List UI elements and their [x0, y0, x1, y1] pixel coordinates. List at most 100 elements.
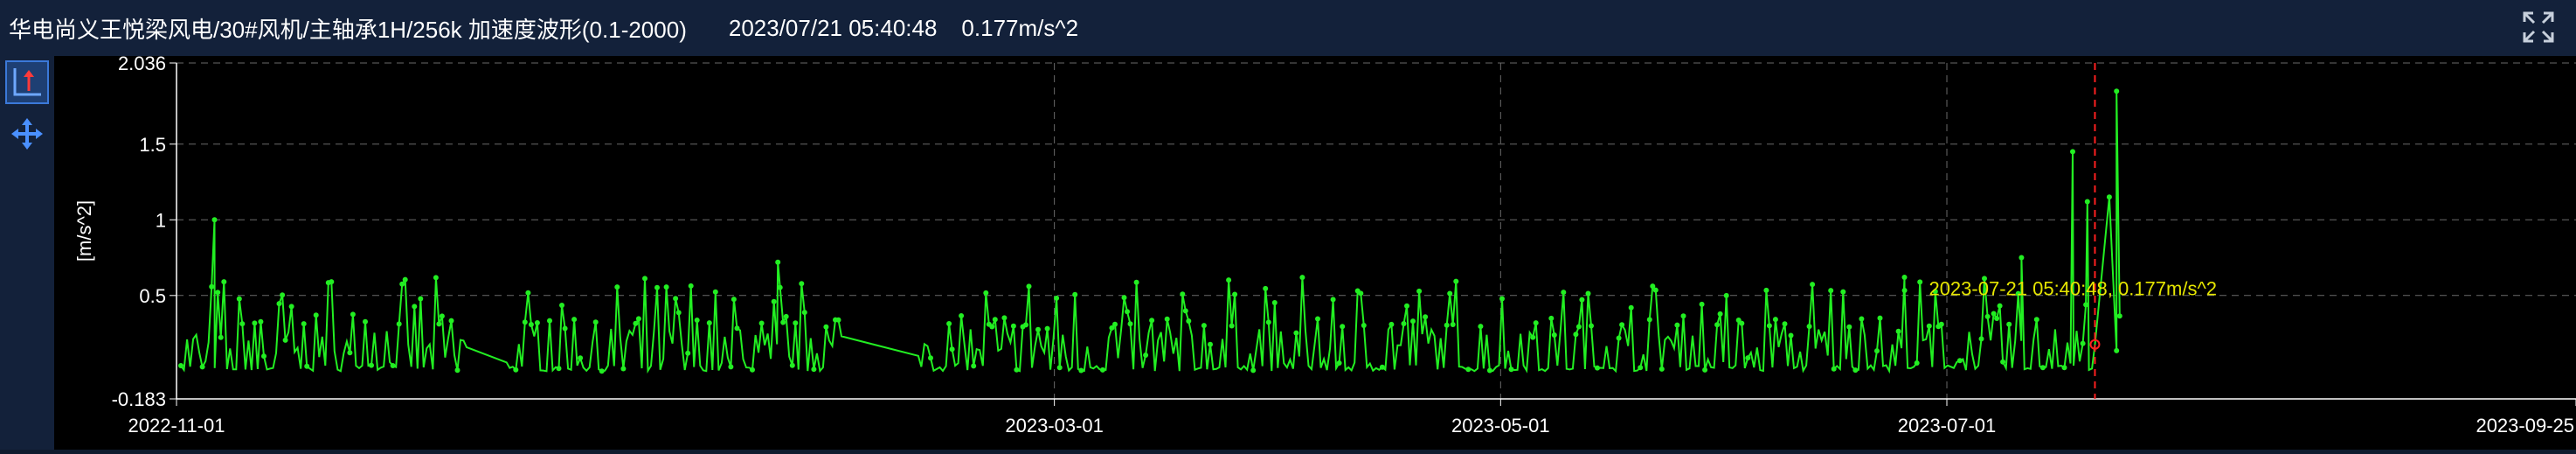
move-arrows-icon [11, 118, 43, 150]
data-point [928, 355, 933, 361]
data-point [1788, 332, 1794, 339]
data-point [2039, 365, 2046, 371]
data-point [433, 275, 439, 281]
expand-arrows-icon [2523, 11, 2554, 43]
data-point [1926, 323, 1932, 329]
data-point [1674, 322, 1680, 328]
data-point [2116, 313, 2122, 319]
chart-area[interactable]: 2023-07-21 05:40:48, 0.177m/s^2 2.036 1.5… [54, 52, 2576, 450]
data-point [221, 279, 227, 285]
data-point [1652, 287, 1658, 293]
data-point [1056, 365, 1063, 371]
data-point [633, 320, 639, 326]
data-point [1121, 295, 1127, 301]
data-point [1265, 319, 1271, 325]
data-point [835, 317, 841, 323]
data-point [694, 318, 700, 323]
data-point [1125, 309, 1130, 315]
data-point [949, 346, 955, 353]
data-point [1208, 341, 1213, 347]
data-point [1575, 324, 1582, 330]
axis-cursor-tool-button[interactable] [5, 60, 49, 104]
x-tick-label: 2023-07-01 [1898, 415, 1997, 437]
data-point [1229, 323, 1235, 329]
data-point [1112, 321, 1118, 327]
data-point [2006, 321, 2012, 327]
data-point [439, 313, 445, 319]
data-point [1548, 315, 1555, 321]
data-point [1806, 324, 1812, 330]
data-point [1840, 289, 1846, 295]
data-point [513, 367, 519, 373]
data-point [1595, 365, 1600, 371]
data-point [578, 355, 584, 361]
data-point [280, 292, 286, 298]
data-point [1133, 279, 1139, 285]
data-point [959, 313, 965, 318]
data-point [178, 363, 184, 368]
data-point [525, 290, 531, 296]
waveform-chart[interactable]: 2023-07-21 05:40:48, 0.177m/s^2 2.036 1.5… [54, 52, 2576, 450]
data-point [1533, 320, 1539, 326]
data-point [1444, 322, 1450, 328]
data-point [534, 320, 540, 325]
data-point [1917, 279, 1923, 285]
data-point [347, 350, 353, 356]
data-point [1023, 322, 1028, 328]
data-point [1340, 324, 1346, 330]
data-point [1956, 358, 1963, 364]
data-point [620, 366, 627, 372]
axis-arrow-icon [13, 68, 41, 96]
data-point [642, 276, 647, 282]
data-point [528, 322, 534, 327]
data-point [1680, 313, 1686, 319]
pan-tool-button[interactable] [5, 112, 49, 156]
data-point [1078, 367, 1084, 374]
data-point [783, 313, 789, 319]
data-point [2070, 149, 2075, 155]
data-point [712, 289, 718, 295]
data-point [1486, 367, 1492, 374]
data-point [1699, 301, 1705, 307]
expand-button[interactable] [2518, 7, 2559, 47]
data-point [599, 368, 605, 374]
data-point [448, 318, 454, 324]
data-point [1499, 296, 1505, 302]
y-axis-label: [m/s^2] [73, 200, 95, 262]
data-point [734, 325, 740, 332]
data-point [614, 284, 620, 290]
data-point [1250, 367, 1257, 374]
data-point [1561, 290, 1567, 296]
data-point [239, 321, 246, 327]
data-point [547, 318, 552, 324]
data-point [1717, 311, 1723, 317]
data-point [1014, 367, 1020, 373]
data-point [1723, 292, 1729, 298]
data-point [1201, 323, 1207, 329]
waveform-path [180, 91, 2121, 374]
data-point [1984, 313, 1991, 319]
y-tick-label: 2.036 [118, 56, 166, 74]
data-point [1232, 291, 1238, 297]
data-point [1358, 290, 1364, 297]
data-point [436, 321, 442, 327]
data-point [989, 324, 995, 330]
tool-sidebar [0, 56, 54, 450]
x-tick-label: 2022-11-01 [128, 415, 225, 437]
data-point [396, 321, 402, 327]
data-point [215, 290, 221, 296]
data-point [1379, 364, 1385, 370]
data-point [1423, 314, 1429, 320]
data-point [1416, 288, 1423, 294]
data-point [556, 366, 562, 372]
data-point [1646, 317, 1652, 323]
data-point [983, 290, 989, 296]
data-point [1263, 285, 1269, 291]
data-point [1361, 323, 1367, 328]
data-point [1010, 323, 1016, 329]
data-point [2033, 317, 2039, 323]
data-point [1401, 321, 1407, 326]
data-point [2084, 199, 2090, 205]
data-point [282, 337, 288, 343]
data-point [1589, 323, 1594, 329]
